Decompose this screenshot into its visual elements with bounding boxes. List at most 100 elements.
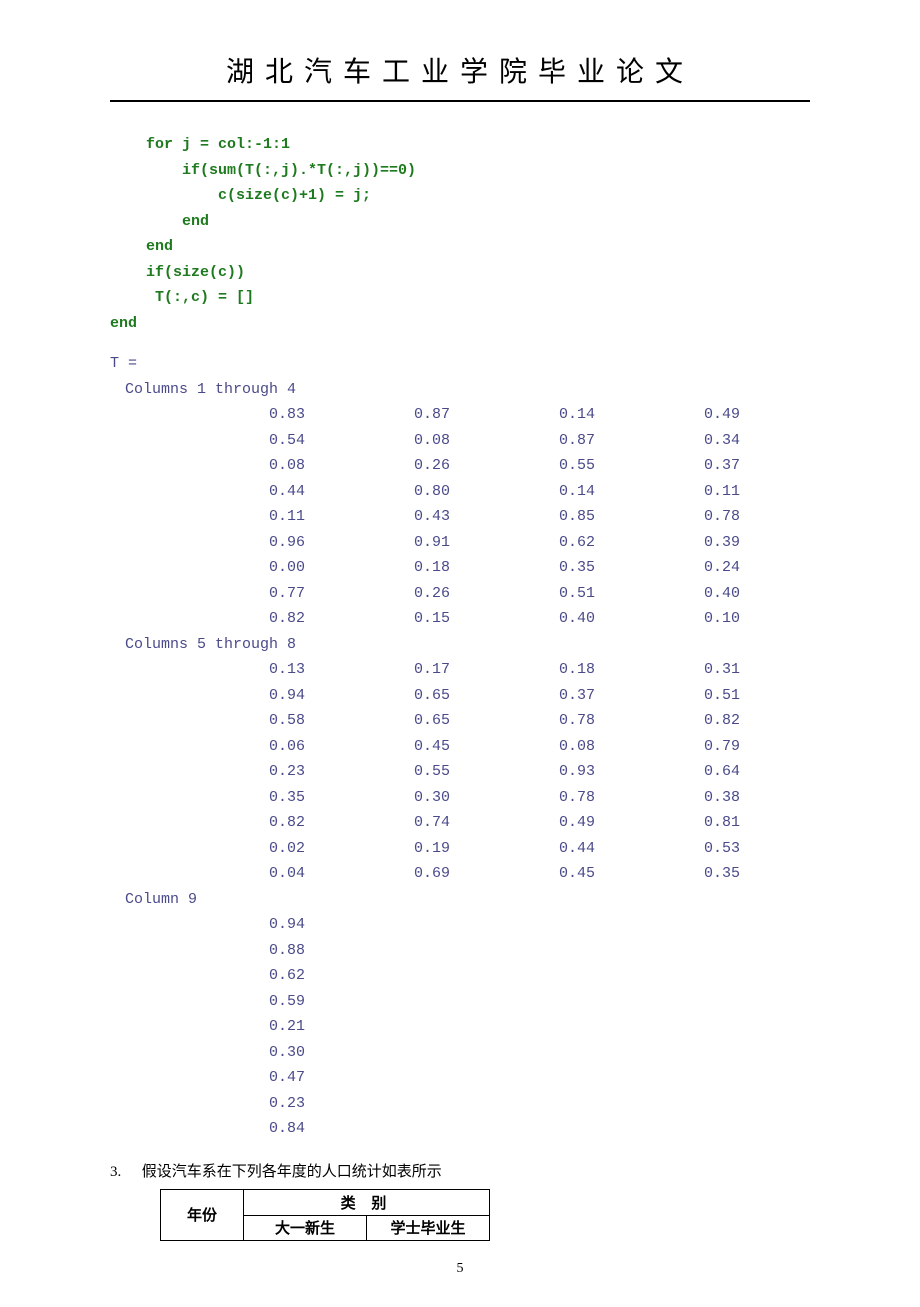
matrix-cell: 0.34 (600, 428, 745, 454)
matrix-cell: 0.18 (455, 657, 600, 683)
matrix-cell: 0.23 (165, 1091, 310, 1117)
matrix-cell: 0.14 (455, 479, 600, 505)
document-page: 湖北汽车工业学院毕业论文 for j = col:-1:1 if(sum(T(:… (0, 0, 920, 1307)
matrix-cell: 0.40 (455, 606, 600, 632)
matrix-row: 0.23 (165, 1091, 310, 1117)
matrix-cell: 0.55 (310, 759, 455, 785)
matrix-cell: 0.94 (165, 912, 310, 938)
matrix-row: 0.770.260.510.40 (165, 581, 745, 607)
matrix-row: 0.350.300.780.38 (165, 785, 745, 811)
matrix-cell: 0.35 (600, 861, 745, 887)
matrix-row: 0.830.870.140.49 (165, 402, 745, 428)
table-subheader-graduate: 学士毕业生 (367, 1215, 490, 1240)
matrix-cell: 0.15 (310, 606, 455, 632)
matrix-row: 0.020.190.440.53 (165, 836, 745, 862)
matrix-cell: 0.35 (165, 785, 310, 811)
code-line: end (110, 238, 173, 255)
output-matrix-1: 0.830.870.140.49 0.540.080.870.34 0.080.… (165, 402, 745, 632)
matrix-cell: 0.91 (310, 530, 455, 556)
matrix-cell: 0.96 (165, 530, 310, 556)
matrix-cell: 0.08 (310, 428, 455, 454)
matrix-cell: 0.59 (165, 989, 310, 1015)
code-line: c(size(c)+1) = j; (110, 187, 371, 204)
output-columns-header-1: Columns 1 through 4 (110, 377, 810, 403)
code-line: if(size(c)) (110, 264, 245, 281)
table-header-year: 年份 (161, 1189, 244, 1240)
table-header-category: 类 别 (244, 1189, 490, 1215)
matrix-cell: 0.88 (165, 938, 310, 964)
code-line: end (110, 315, 137, 332)
matrix-cell: 0.65 (310, 708, 455, 734)
matrix-cell: 0.39 (600, 530, 745, 556)
matrix-cell: 0.85 (455, 504, 600, 530)
matrix-cell: 0.37 (600, 453, 745, 479)
matrix-cell: 0.37 (455, 683, 600, 709)
matrix-row: 0.110.430.850.78 (165, 504, 745, 530)
output-columns-header-2: Columns 5 through 8 (110, 632, 810, 658)
matrix-row: 0.59 (165, 989, 310, 1015)
matrix-cell: 0.10 (600, 606, 745, 632)
matrix-row: 0.94 (165, 912, 310, 938)
matrix-cell: 0.49 (600, 402, 745, 428)
matrix-cell: 0.24 (600, 555, 745, 581)
page-header-title: 湖北汽车工业学院毕业论文 (110, 50, 810, 102)
question-number: 3. (110, 1164, 138, 1181)
matrix-row: 0.960.910.620.39 (165, 530, 745, 556)
matrix-cell: 0.51 (455, 581, 600, 607)
matrix-row: 0.47 (165, 1065, 310, 1091)
matrix-cell: 0.84 (165, 1116, 310, 1142)
matrix-cell: 0.64 (600, 759, 745, 785)
matrix-cell: 0.13 (165, 657, 310, 683)
matrix-cell: 0.87 (455, 428, 600, 454)
matrix-cell: 0.31 (600, 657, 745, 683)
matrix-cell: 0.30 (165, 1040, 310, 1066)
matrix-cell: 0.26 (310, 453, 455, 479)
matrix-cell: 0.58 (165, 708, 310, 734)
matrix-cell: 0.43 (310, 504, 455, 530)
matrix-row: 0.000.180.350.24 (165, 555, 745, 581)
matrix-cell: 0.00 (165, 555, 310, 581)
matrix-cell: 0.49 (455, 810, 600, 836)
table-header-row: 年份 类 别 (161, 1189, 490, 1215)
matrix-cell: 0.08 (165, 453, 310, 479)
matrix-cell: 0.38 (600, 785, 745, 811)
matrix-cell: 0.82 (600, 708, 745, 734)
matrix-cell: 0.79 (600, 734, 745, 760)
matrix-row: 0.540.080.870.34 (165, 428, 745, 454)
matrix-cell: 0.78 (600, 504, 745, 530)
matrix-cell: 0.26 (310, 581, 455, 607)
matrix-row: 0.080.260.550.37 (165, 453, 745, 479)
matrix-cell: 0.23 (165, 759, 310, 785)
matrix-cell: 0.18 (310, 555, 455, 581)
matrix-cell: 0.19 (310, 836, 455, 862)
matrix-cell: 0.44 (455, 836, 600, 862)
matrix-cell: 0.87 (310, 402, 455, 428)
output-columns-header-3: Column 9 (110, 887, 810, 913)
matrix-row: 0.820.150.400.10 (165, 606, 745, 632)
matrix-cell: 0.55 (455, 453, 600, 479)
matrix-cell: 0.78 (455, 708, 600, 734)
matrix-row: 0.88 (165, 938, 310, 964)
output-variable-name: T = (110, 351, 810, 377)
matrix-cell: 0.30 (310, 785, 455, 811)
matrix-row: 0.130.170.180.31 (165, 657, 745, 683)
matrix-cell: 0.14 (455, 402, 600, 428)
matrix-cell: 0.65 (310, 683, 455, 709)
matrix-cell: 0.62 (165, 963, 310, 989)
matrix-cell: 0.62 (455, 530, 600, 556)
matrix-cell: 0.80 (310, 479, 455, 505)
code-line: if(sum(T(:,j).*T(:,j))==0) (110, 162, 416, 179)
matrix-cell: 0.51 (600, 683, 745, 709)
matrix-row: 0.580.650.780.82 (165, 708, 745, 734)
matrix-cell: 0.77 (165, 581, 310, 607)
question-text: 假设汽车系在下列各年度的人口统计如表所示 (142, 1164, 442, 1180)
code-block: for j = col:-1:1 if(sum(T(:,j).*T(:,j))=… (110, 132, 810, 336)
matrix-cell: 0.21 (165, 1014, 310, 1040)
code-line: for j = col:-1:1 (110, 136, 290, 153)
matrix-cell: 0.04 (165, 861, 310, 887)
matrix-cell: 0.94 (165, 683, 310, 709)
matrix-cell: 0.44 (165, 479, 310, 505)
matrix-cell: 0.81 (600, 810, 745, 836)
matrix-cell: 0.82 (165, 810, 310, 836)
matrix-row: 0.060.450.080.79 (165, 734, 745, 760)
